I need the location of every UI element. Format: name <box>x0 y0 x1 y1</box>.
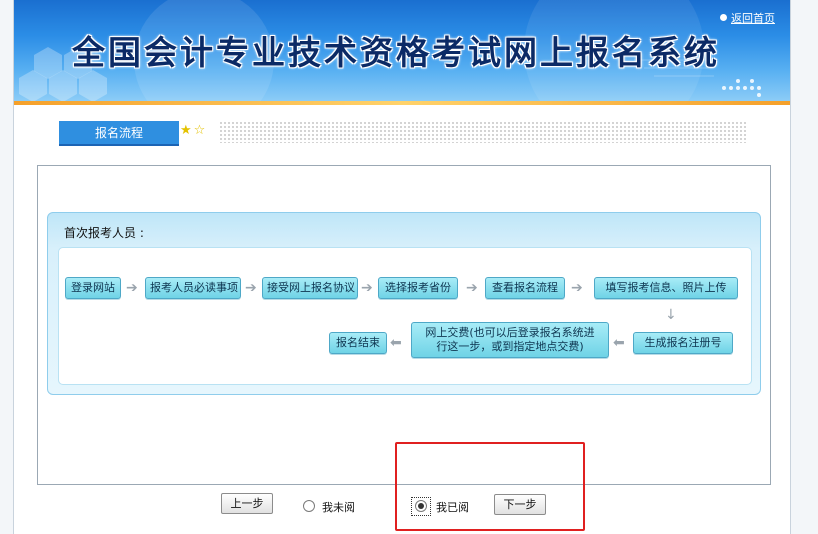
step-view-process[interactable]: 查看报名流程 <box>485 277 565 299</box>
content-frame: 首次报考人员 : 登录网站 ➔ 报考人员必读事项 ➔ 接受网上报名协议 ➔ 选择… <box>37 165 771 485</box>
home-link[interactable]: 返回首页 <box>720 10 775 26</box>
process-flow-panel: 首次报考人员 : 登录网站 ➔ 报考人员必读事项 ➔ 接受网上报名协议 ➔ 选择… <box>47 212 761 395</box>
step-select-province[interactable]: 选择报考省份 <box>378 277 458 299</box>
arrow-down-icon: ↓ <box>665 307 677 323</box>
step-generate-reg-number[interactable]: 生成报名注册号 <box>633 332 733 354</box>
bullet-icon <box>720 14 727 21</box>
home-link-label: 返回首页 <box>731 12 775 25</box>
arrow-right-icon: ➔ <box>466 280 478 296</box>
dotted-divider <box>219 121 747 143</box>
page-title: 全国会计专业技术资格考试网上报名系统 <box>72 33 720 72</box>
arrow-right-icon: ➔ <box>361 280 373 296</box>
step-online-payment-line1: 网上交费(也可以后登录报名系统进 <box>425 326 595 339</box>
arrow-left-icon: ⬅ <box>613 335 625 351</box>
banner-strip <box>14 101 790 105</box>
not-read-label: 我未阅 <box>322 501 355 514</box>
highlight-annotation <box>395 442 585 531</box>
arrow-right-icon: ➔ <box>126 280 138 296</box>
tab-registration-process[interactable]: 报名流程 <box>59 121 179 146</box>
star-icon: ★☆ <box>180 123 208 138</box>
header-banner: 全国会计专业技术资格考试网上报名系统 返回首页 <box>14 0 790 101</box>
step-login-website[interactable]: 登录网站 <box>65 277 121 299</box>
prev-button[interactable]: 上一步 <box>221 493 273 514</box>
right-gutter <box>791 0 818 534</box>
tab-row: 报名流程 ★☆ <box>59 121 747 147</box>
step-online-payment[interactable]: 网上交费(也可以后登录报名系统进 行这一步，或到指定地点交费) <box>411 322 609 358</box>
step-online-payment-line2: 行这一步，或到指定地点交费) <box>436 340 584 353</box>
not-read-radio[interactable] <box>303 500 315 512</box>
flow-section-title: 首次报考人员 : <box>64 226 144 240</box>
flow-diagram: 登录网站 ➔ 报考人员必读事项 ➔ 接受网上报名协议 ➔ 选择报考省份 ➔ 查看… <box>58 247 752 385</box>
step-fill-info-upload-photo[interactable]: 填写报考信息、照片上传 <box>594 277 738 299</box>
step-accept-agreement[interactable]: 接受网上报名协议 <box>262 277 358 299</box>
arrow-left-icon: ⬅ <box>390 335 402 351</box>
arrow-right-icon: ➔ <box>571 280 583 296</box>
left-gutter <box>0 0 13 534</box>
step-must-read[interactable]: 报考人员必读事项 <box>145 277 241 299</box>
arrow-right-icon: ➔ <box>245 280 257 296</box>
step-registration-end[interactable]: 报名结束 <box>329 332 387 354</box>
